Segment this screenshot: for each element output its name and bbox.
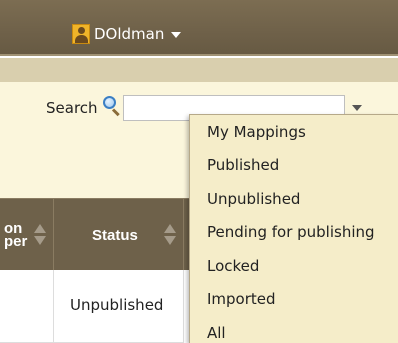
user-avatar-icon (72, 24, 90, 44)
sort-icon[interactable] (164, 224, 176, 246)
filter-dropdown-caret-icon[interactable] (352, 105, 362, 111)
menu-item-pending-for-publishing[interactable]: Pending for publishing (207, 223, 375, 241)
menu-item-locked[interactable]: Locked (207, 257, 259, 275)
column-header-status-label: Status (92, 227, 138, 244)
column-header-number-line2: per (4, 233, 28, 250)
menu-item-imported[interactable]: Imported (207, 290, 276, 308)
search-label: Search (46, 99, 98, 117)
column-header-number[interactable]: on per (0, 199, 54, 271)
sort-icon[interactable] (34, 224, 46, 246)
menu-item-my-mappings[interactable]: My Mappings (207, 123, 306, 141)
header-strip (0, 58, 398, 82)
menu-item-published[interactable]: Published (207, 156, 279, 174)
menu-item-all[interactable]: All (207, 324, 226, 342)
table-cell-status: Unpublished (54, 270, 184, 343)
chevron-down-icon (171, 32, 182, 38)
user-name: DOldman (94, 25, 165, 43)
menu-item-unpublished[interactable]: Unpublished (207, 190, 300, 208)
search-icon (101, 95, 121, 117)
status-value: Unpublished (70, 296, 164, 314)
top-header-bar: DOldman (0, 0, 398, 56)
table-cell-number (0, 270, 54, 343)
column-header-status[interactable]: Status (54, 199, 184, 271)
filter-dropdown-menu: My Mappings Published Unpublished Pendin… (189, 114, 398, 343)
user-menu[interactable]: DOldman (72, 22, 182, 46)
